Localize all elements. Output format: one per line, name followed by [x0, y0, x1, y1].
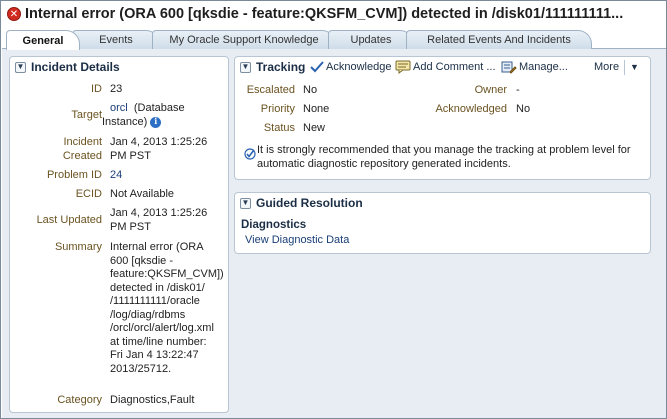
last-updated-label: Last Updated	[36, 214, 102, 226]
tab-content: ▼ Incident Details ID 23 Target orcl (Da…	[2, 49, 666, 418]
tab-label: Related Events And Incidents	[427, 34, 571, 46]
created-label-2: Created	[62, 150, 102, 162]
acknowledge-label: Acknowledge	[326, 61, 392, 73]
priority-value: None	[303, 103, 330, 115]
incident-details-title: Incident Details	[31, 60, 120, 74]
add-comment-label: Add Comment ...	[413, 61, 496, 73]
status-label: Status	[263, 122, 295, 134]
tab-label: General	[22, 34, 64, 47]
tab-label: Events	[99, 34, 133, 46]
acknowledged-value: No	[516, 103, 531, 115]
incident-details-header[interactable]: ▼ Incident Details	[10, 57, 228, 77]
summary-line: /log/diag/rdbms	[110, 308, 186, 321]
summary-line: at time/line number:	[110, 335, 207, 348]
problem-id-label: Problem ID	[46, 169, 102, 181]
more-dropdown-button[interactable]: ▼	[630, 57, 639, 77]
id-value: 23	[110, 83, 123, 95]
summary-value: Internal error (ORA 600 [qksdie - featur…	[110, 241, 228, 376]
target-type-2: Instance)	[102, 116, 148, 128]
last-updated-value-1: Jan 4, 2013 1:25:26	[110, 207, 208, 219]
tracking-note-line: automatic diagnostic repository generate…	[257, 157, 511, 170]
summary-line: feature:QKSFM_CVM])	[110, 268, 224, 280]
page-title: Internal error (ORA 600 [qksdie - featur…	[25, 6, 624, 22]
tab-general[interactable]: General	[6, 30, 80, 50]
manage-button[interactable]: Manage...	[501, 57, 568, 77]
target-type-line: Instance) i	[102, 116, 162, 130]
more-menu-button[interactable]: More	[594, 57, 619, 77]
info-check-icon	[244, 148, 256, 163]
last-updated-value-2: PM PST	[110, 221, 151, 233]
acknowledged-label: Acknowledged	[435, 103, 507, 115]
ecid-value: Not Available	[110, 188, 175, 200]
summary-line: /orcl/orcl/alert/log.xml	[110, 322, 214, 334]
tracking-panel: ▼ Tracking Acknowledge Add Comment ... M…	[234, 56, 651, 180]
tab-bar: Events My Oracle Support Knowledge Updat…	[2, 29, 666, 50]
view-diagnostic-data-link[interactable]: View Diagnostic Data	[245, 234, 349, 248]
escalated-label: Escalated	[246, 84, 295, 96]
window-frame: ✕ Internal error (ORA 600 [qksdie - feat…	[0, 0, 667, 419]
more-label: More	[594, 61, 620, 73]
status-value: New	[303, 122, 326, 134]
target-value[interactable]: orcl (Database	[110, 102, 185, 116]
tab-related-events-and-incidents[interactable]: Related Events And Incidents	[406, 30, 592, 49]
manage-icon	[501, 60, 517, 74]
owner-value: -	[516, 84, 520, 96]
summary-line: Fri Jan 4 13:22:47	[110, 349, 199, 361]
id-label: ID	[91, 83, 102, 95]
problem-id-link[interactable]: 24	[110, 169, 122, 183]
diagnostics-heading: Diagnostics	[241, 219, 307, 231]
owner-label: Owner	[474, 84, 507, 96]
add-comment-button[interactable]: Add Comment ...	[395, 57, 496, 77]
summary-line: /1111111111/oracle	[110, 295, 200, 307]
incident-details-panel: ▼ Incident Details ID 23 Target orcl (Da…	[9, 56, 229, 413]
tracking-note: It is strongly recommended that you mana…	[257, 144, 649, 171]
collapse-chevron-icon[interactable]: ▼	[240, 197, 251, 209]
category-label: Category	[57, 394, 102, 406]
summary-line: detected in /disk01/	[110, 281, 205, 294]
guided-resolution-header[interactable]: ▼ Guided Resolution	[235, 193, 650, 213]
tab-events[interactable]: Events	[72, 30, 160, 49]
escalated-value: No	[303, 84, 318, 96]
target-label: Target	[71, 109, 102, 121]
summary-line: 600 [qksdie -	[110, 254, 173, 267]
info-icon[interactable]: i	[150, 116, 162, 128]
summary-line: 2013/25712.	[110, 362, 172, 375]
error-icon: ✕	[7, 7, 21, 21]
target-type-1: (Database	[133, 102, 185, 114]
created-label-1: Incident	[63, 136, 102, 148]
category-value: Diagnostics,Fault	[110, 394, 195, 406]
manage-label: Manage...	[519, 61, 568, 73]
tab-label: My Oracle Support Knowledge	[169, 34, 319, 46]
summary-label: Summary	[54, 241, 102, 253]
collapse-chevron-icon[interactable]: ▼	[15, 61, 26, 73]
created-value-1: Jan 4, 2013 1:25:26	[110, 136, 208, 148]
dropdown-arrow-icon: ▼	[630, 62, 639, 72]
target-link[interactable]: orcl	[110, 102, 128, 114]
collapse-chevron-icon[interactable]: ▼	[240, 61, 251, 73]
summary-line: Internal error (ORA	[110, 241, 204, 253]
guided-resolution-title: Guided Resolution	[256, 196, 363, 210]
tracking-note-line: It is strongly recommended that you mana…	[257, 144, 631, 156]
tab-updates[interactable]: Updates	[328, 30, 414, 49]
tracking-title: Tracking	[256, 60, 306, 74]
toolbar-divider	[624, 60, 625, 75]
guided-resolution-panel: ▼ Guided Resolution Diagnostics View Dia…	[234, 192, 651, 254]
created-value-2: PM PST	[110, 150, 151, 162]
comment-icon	[395, 60, 411, 74]
priority-label: Priority	[260, 103, 295, 115]
acknowledge-button[interactable]: Acknowledge	[310, 57, 391, 77]
title-bar: ✕ Internal error (ORA 600 [qksdie - feat…	[2, 2, 666, 26]
ecid-label: ECID	[75, 188, 102, 200]
tab-label: Updates	[350, 34, 392, 46]
tab-my-oracle-support-knowledge[interactable]: My Oracle Support Knowledge	[152, 30, 336, 49]
checkmark-icon	[310, 61, 324, 73]
